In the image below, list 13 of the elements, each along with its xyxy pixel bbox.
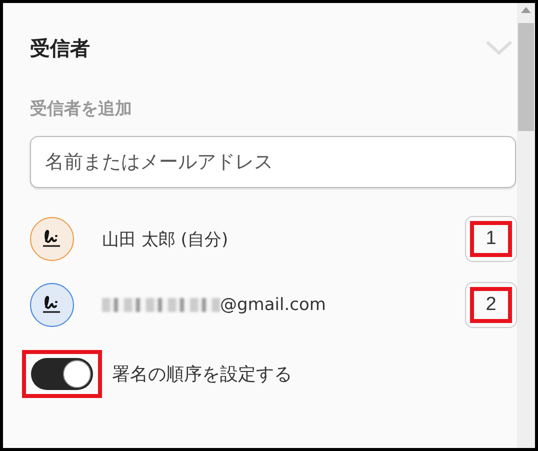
signing-order-button[interactable]: 1 (465, 216, 517, 262)
add-recipient-label: 受信者を追加 (30, 98, 133, 120)
order-toggle-label: 署名の順序を設定する (112, 363, 292, 386)
scrollbar-thumb[interactable] (518, 23, 534, 131)
recipient-name: @gmail.com (102, 295, 465, 315)
section-title: 受信者 (30, 34, 90, 62)
recipient-search-field[interactable]: 名前またはメールアドレス (30, 136, 516, 188)
recipient-name: 山田 太郎 (自分) (102, 228, 230, 250)
scrollbar[interactable] (517, 3, 535, 448)
scroll-up-icon[interactable] (521, 7, 531, 13)
chevron-icon[interactable] (485, 40, 513, 56)
signing-order-button[interactable]: 2 (465, 282, 517, 328)
order-toggle[interactable] (31, 358, 93, 390)
